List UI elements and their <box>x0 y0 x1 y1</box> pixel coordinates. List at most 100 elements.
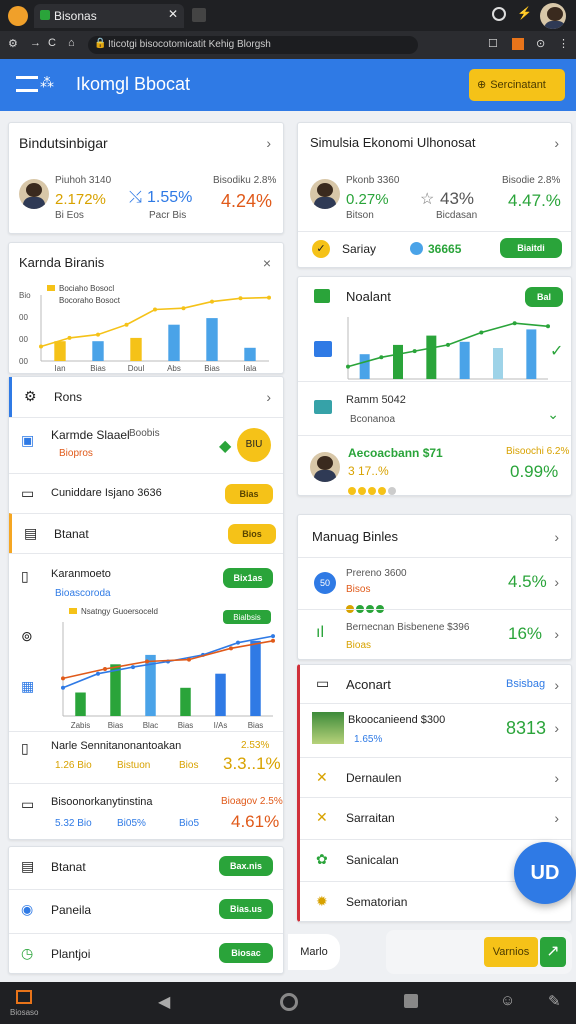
chart-bar <box>493 348 503 379</box>
assistant-icon[interactable]: ☺ <box>500 992 515 1009</box>
extension-icon[interactable] <box>512 38 524 50</box>
url-bar: ⚙ → C ⌂ 🔒 Iticotgi bisocotomicatit Kehig… <box>0 31 576 59</box>
back-icon[interactable]: → <box>30 37 41 49</box>
left-list-item-cuniddare[interactable]: ▭ Cuniddare Isjano 3636 Bias <box>9 473 283 513</box>
app-home-icon[interactable] <box>16 990 32 1004</box>
browser-tab[interactable]: Bisonas ✕ <box>34 4 184 28</box>
home-button-icon[interactable] <box>280 993 298 1011</box>
detail2-label: Bisoonorkanytinstina <box>51 796 153 808</box>
right-bottom-title: Aconart <box>346 677 391 692</box>
left-bottom-pill[interactable]: Biosac <box>219 943 273 963</box>
card1-left-value: 2.172% <box>55 191 106 208</box>
new-tab-icon[interactable] <box>192 8 206 22</box>
card2-chevron-icon[interactable]: › <box>554 135 559 151</box>
left-detail-row1[interactable]: ▯ Narle Sennitanonantoakan 2.53% 1.26 Bi… <box>9 731 283 783</box>
arrow-icon: ◆ <box>219 438 232 455</box>
address-field[interactable]: 🔒 Iticotgi bisocotomicatit Kehig Blorgsh <box>88 36 418 54</box>
chart-bar <box>393 344 403 379</box>
bookmark-icon[interactable]: ☐ <box>488 37 498 50</box>
profile-avatar[interactable] <box>540 3 566 29</box>
card2-right-value: 4.47.% <box>508 191 561 210</box>
right-mid-row1[interactable]: 50 Prereno 3600 Bisos 4.5% › <box>298 557 571 613</box>
row1-box-icon <box>314 400 332 414</box>
home-icon[interactable]: ⌂ <box>68 37 75 49</box>
left-item-chevron-icon[interactable]: › <box>266 389 271 405</box>
settings-icon[interactable]: ⚙ <box>8 37 18 50</box>
detail1-label: Narle Sennitanonantoakan <box>51 740 182 752</box>
chart-bar <box>168 324 180 361</box>
hamburger-menu-icon[interactable] <box>16 76 38 92</box>
item-chevron-icon[interactable]: › <box>554 770 559 786</box>
left-bottom-item[interactable]: ◷ Plantjoi Biosac <box>9 933 283 973</box>
x-tick-label: Bias <box>178 721 194 730</box>
header-action-button[interactable]: ⊕ Sercinatant <box>469 69 565 101</box>
floating-action-button[interactable]: UD <box>514 842 576 904</box>
left-detail-row2[interactable]: ▭ Bisoonorkanytinstina Bioagov 2.5% 5.32… <box>9 783 283 841</box>
card2-footer-pill[interactable]: Biaitdi <box>500 238 562 258</box>
action-icon: ⊕ <box>477 79 487 91</box>
row1-chevron-icon[interactable]: › <box>554 574 559 590</box>
back-icon[interactable]: ◀ <box>158 992 170 1012</box>
check-icon: ✓ <box>312 240 330 258</box>
left-bottom-item[interactable]: ◉ Paneila Bias.us <box>9 889 283 929</box>
left-item-label: Karmde Slaael <box>51 428 130 442</box>
left-bottom-pill[interactable]: Bax.nis <box>219 856 273 876</box>
overflow-icon[interactable]: ⋮ <box>558 37 569 50</box>
legend-title: Bociaho Bosocl <box>59 284 114 293</box>
right-bottom-item[interactable]: ✕ Sarraitan › <box>300 797 571 837</box>
row2-chevron-icon[interactable]: › <box>554 626 559 642</box>
recents-icon[interactable] <box>404 994 418 1008</box>
left-item-pill[interactable]: Bix1as <box>223 568 273 588</box>
left-list-item-rons[interactable]: ⚙ Rons › <box>9 377 283 417</box>
right-mid-row2[interactable]: ıl Bernecnan Bisbenene $396 Bioas 16% › <box>298 609 571 661</box>
trend-line-point <box>96 332 100 337</box>
bottom-action-button[interactable]: Varnios <box>484 937 538 967</box>
left-item-badge[interactable]: BIU <box>237 428 271 462</box>
grid-icon[interactable]: ⁂ <box>40 74 54 91</box>
bottom-tab[interactable]: Marlo <box>288 934 340 970</box>
row-chevron-icon[interactable]: › <box>554 720 559 736</box>
left-list-item-karanmoeto[interactable]: ▯ Karanmoeto Bioascoroda Bix1as ⊚ ▦ Zabi… <box>9 553 283 731</box>
reload-icon[interactable]: C <box>48 37 56 49</box>
close-tab-icon[interactable]: ✕ <box>168 7 178 21</box>
right-bottom-link[interactable]: Bsisbag <box>506 678 545 690</box>
menu-icon[interactable]: ⊙ <box>536 37 545 50</box>
item-chevron-icon[interactable]: › <box>554 810 559 826</box>
trend-line-point <box>346 364 350 369</box>
left-list-item-btanat[interactable]: ▤ Btanat Bios <box>9 513 283 553</box>
left-item-pill[interactable]: Bias <box>225 484 273 504</box>
right-top-row1[interactable]: Ramm 5042 Bconanoa ⌄ <box>298 381 571 435</box>
right-top-title: Noalant <box>346 289 391 304</box>
card1-left-sub: Bi Eos <box>55 210 84 221</box>
left-bottom-pill[interactable]: Bias.us <box>219 899 273 919</box>
right-bottom-row1[interactable]: Bkoocanieend $300 1.65% 8313 › <box>300 703 571 757</box>
card1-chevron-icon[interactable]: › <box>266 135 271 151</box>
trend-line-point <box>267 295 271 300</box>
left-list-item-karmde[interactable]: ▣ Karmde Slaael Boobis Biopros ◆ BIU <box>9 417 283 473</box>
left-item-pill[interactable]: Bios <box>228 524 276 544</box>
trend-line-point <box>124 322 129 327</box>
bottom-arrow-button[interactable]: ↗ <box>540 937 566 967</box>
mute-icon[interactable]: ⚡ <box>517 6 532 20</box>
edit-icon[interactable]: ✎ <box>548 992 561 1010</box>
card-simulsia: Simulsia Ekonomi Ulhonosat › Pkonb 3360 … <box>297 122 572 268</box>
row1-expand-icon[interactable]: ⌄ <box>547 406 559 423</box>
x-tick-label: Doul <box>128 364 145 373</box>
tools-icon: ✕ <box>316 809 328 825</box>
card1-left-label: Piuhoh 3140 <box>55 175 112 186</box>
info-icon[interactable] <box>492 7 506 21</box>
left-item-label: Rons <box>54 390 83 404</box>
sun-icon: ✹ <box>316 893 328 909</box>
chart1-close-icon[interactable]: × <box>263 255 271 271</box>
chart-bar <box>92 341 104 361</box>
bottom-tab-label: Marlo <box>300 946 328 958</box>
person-right-label: Bisoochi 6.2% <box>506 446 570 457</box>
right-bottom-chevron-icon[interactable]: › <box>554 677 559 693</box>
card2-mid-sub: Bicdasan <box>436 210 478 221</box>
chart3-svg <box>346 317 550 380</box>
right-bottom-item[interactable]: ✕ Dernaulen › <box>300 757 571 797</box>
right-mid-chevron-icon[interactable]: › <box>554 529 559 545</box>
x-tick-label: Bias <box>204 364 220 373</box>
right-top-pill[interactable]: Bal <box>525 287 563 307</box>
left-bottom-item[interactable]: ▤ Btanat Bax.nis <box>9 847 283 887</box>
